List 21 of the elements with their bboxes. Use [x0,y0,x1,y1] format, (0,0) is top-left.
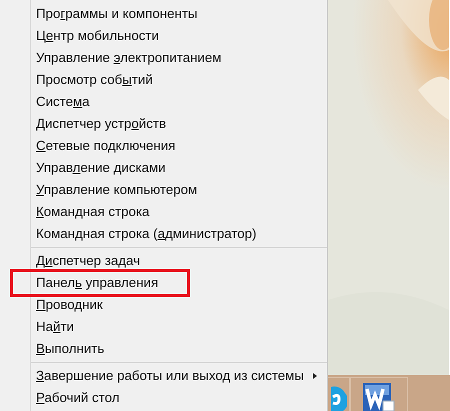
menu-item[interactable]: Рабочий стол [36,388,120,408]
menu-item[interactable]: Центр мобильности [36,26,159,46]
menu-item[interactable]: Программы и компоненты [36,4,198,24]
menu-item[interactable]: Сетевые подключения [36,136,176,156]
menu-item[interactable]: Диспетчер устройств [36,114,166,134]
menu-item[interactable]: Просмотр событий [36,70,153,90]
menu-item[interactable]: Командная строка [36,202,150,222]
menu-item[interactable]: Система [36,92,90,112]
word-icon [363,381,395,411]
menu-item[interactable]: Управление дисками [36,158,166,178]
menu-item[interactable]: Найти [36,317,74,337]
menu-item[interactable]: Управление компьютером [36,180,198,200]
taskbar-button[interactable] [350,377,408,411]
menu-item[interactable]: Командная строка (администратор) [36,224,256,244]
menu-item[interactable]: Выполнить [36,339,104,359]
menu-item[interactable]: Управление электропитанием [36,48,222,68]
taskbar-button[interactable] [328,377,350,411]
menu-item[interactable]: Завершение работы или выход из системы [36,366,304,386]
menu-item[interactable]: Панель управления [36,273,158,293]
menu-item[interactable]: Проводник [36,295,103,315]
menu-item[interactable]: Диспетчер задач [36,251,140,271]
